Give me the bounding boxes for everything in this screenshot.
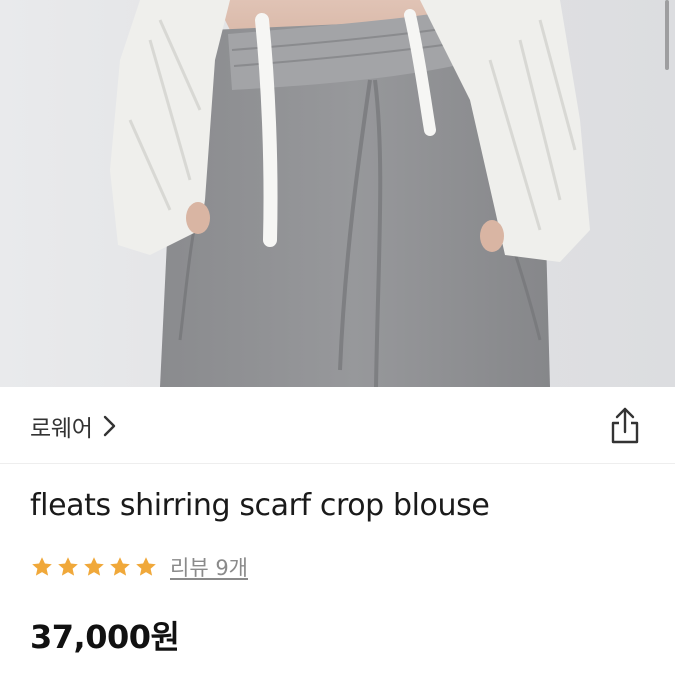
review-count-link[interactable]: 리뷰 9개 (170, 552, 248, 582)
scrollbar[interactable] (665, 0, 669, 70)
product-image[interactable] (0, 0, 675, 387)
share-icon (611, 407, 639, 444)
product-photo-illustration (110, 0, 590, 387)
star-icon (110, 557, 130, 576)
star-icon (84, 557, 104, 576)
star-icon (136, 557, 156, 576)
star-rating (30, 555, 158, 579)
brand-name: 로웨어 (30, 416, 93, 442)
chevron-right-icon (103, 415, 115, 437)
product-title: fleats shirring scarf crop blouse (30, 488, 490, 523)
price-unit: 원 (150, 618, 180, 656)
brand-row: 로웨어 (0, 387, 675, 464)
brand-link[interactable]: 로웨어 (30, 409, 117, 443)
star-icon (58, 557, 78, 576)
product-price: 37,000원 (30, 612, 180, 658)
star-icon (32, 557, 52, 576)
share-button[interactable] (604, 404, 646, 450)
price-amount: 37,000 (30, 618, 151, 656)
rating-row: 리뷰 9개 (30, 552, 248, 582)
